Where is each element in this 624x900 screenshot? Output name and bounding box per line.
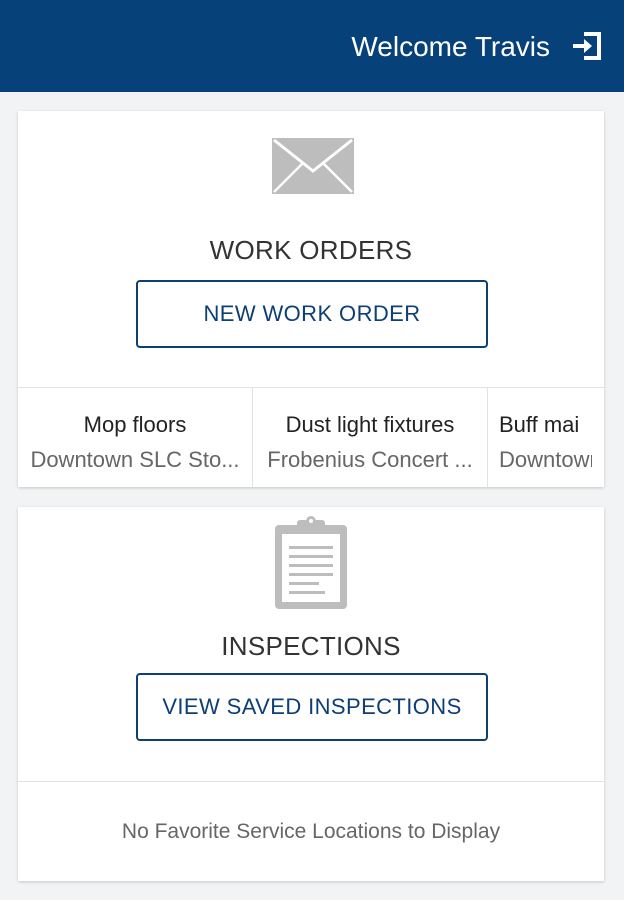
work-orders-title: WORK ORDERS bbox=[209, 235, 413, 265]
app-header: Welcome Travis bbox=[0, 0, 624, 92]
inspections-title: INSPECTIONS bbox=[221, 631, 401, 661]
work-order-item[interactable]: Buff mai Downtown bbox=[488, 388, 604, 487]
inspections-card: INSPECTIONS VIEW SAVED INSPECTIONS No Fa… bbox=[18, 507, 604, 881]
clipboard-icon bbox=[275, 516, 347, 609]
work-orders-card: WORK ORDERS NEW WORK ORDER Mop floors Do… bbox=[18, 111, 604, 487]
divider bbox=[18, 781, 604, 782]
welcome-text: Welcome Travis bbox=[351, 31, 550, 62]
work-order-location: Downtown bbox=[499, 447, 592, 472]
work-order-item[interactable]: Dust light fixtures Frobenius Concert ..… bbox=[253, 388, 488, 487]
envelope-icon bbox=[272, 138, 354, 194]
work-order-location: Downtown SLC Sto... bbox=[30, 447, 240, 472]
empty-favorites-message: No Favorite Service Locations to Display bbox=[121, 820, 501, 843]
work-order-title: Dust light fixtures bbox=[285, 412, 455, 437]
logout-icon[interactable] bbox=[570, 28, 606, 64]
work-order-title: Buff mai bbox=[499, 412, 580, 437]
work-order-title: Mop floors bbox=[83, 412, 187, 437]
work-orders-carousel[interactable]: Mop floors Downtown SLC Sto... Dust ligh… bbox=[18, 388, 604, 487]
view-saved-inspections-button[interactable]: VIEW SAVED INSPECTIONS bbox=[136, 673, 488, 741]
work-order-location: Frobenius Concert ... bbox=[267, 447, 473, 472]
new-work-order-button[interactable]: NEW WORK ORDER bbox=[136, 280, 488, 348]
work-order-item[interactable]: Mop floors Downtown SLC Sto... bbox=[18, 388, 253, 487]
